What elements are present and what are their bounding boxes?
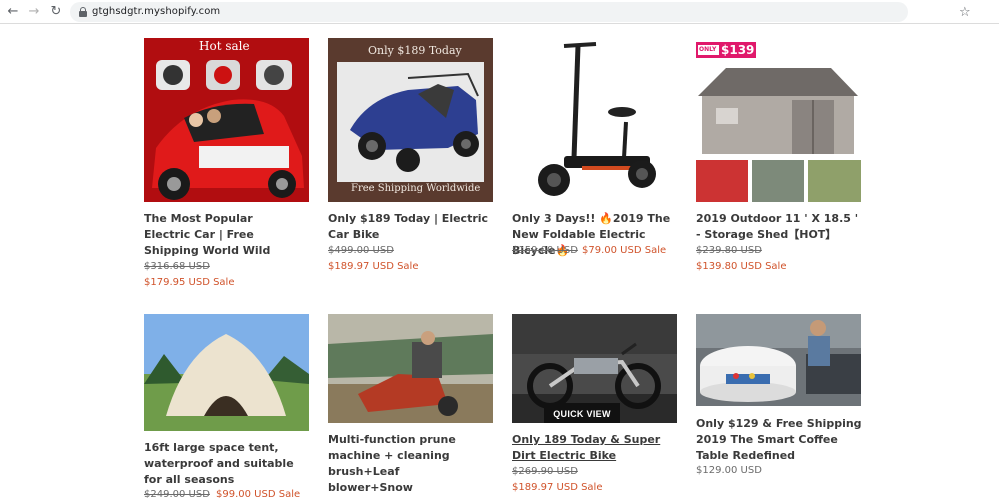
image-badge-price: $139 [721,43,755,57]
url-text[interactable]: gtghsdgtr.myshopify.com [92,6,220,17]
compare-price: $239.80 USD [696,245,762,256]
product-image[interactable] [512,38,677,202]
product-card[interactable]: ONLY $139 2019 Outdoor 11 ' X 18.5 ' - S… [696,38,861,278]
product-image[interactable] [696,314,861,406]
product-card[interactable]: Multi-function prune machine + cleaning … [328,314,493,498]
compare-price: $499.00 USD [328,245,394,256]
product-title[interactable]: Multi-function prune machine + cleaning … [328,432,488,498]
car-bike-image [328,38,493,202]
product-card[interactable]: 16ft large space tent, waterproof and su… [144,314,309,498]
lock-icon[interactable] [79,7,87,17]
scooter-image [512,38,677,202]
prune-machine-image [328,314,493,423]
product-card[interactable]: Only $189 Today Free Shipping Worldwide … [328,38,493,278]
sale-price: $79.00 USD Sale [582,245,667,256]
image-badge-label: ONLY [699,46,717,53]
compare-price: $269.90 USD [512,466,578,477]
image-caption: Hot sale [199,39,250,53]
compare-price: $159.00 USD [512,245,578,256]
product-title[interactable]: Only $129 & Free Shipping 2019 The Smart… [696,416,866,464]
image-caption: Free Shipping Worldwide [351,183,481,194]
product-image[interactable] [328,314,493,423]
sale-price: $189.97 USD Sale [328,261,419,272]
sale-price: $179.95 USD Sale [144,277,235,288]
arrow-right-icon[interactable]: → [25,3,43,21]
product-card[interactable]: QUICK VIEW Only 189 Today & Super Dirt E… [512,314,677,498]
product-title[interactable]: Only 189 Today & Super Dirt Electric Bik… [512,432,672,464]
regular-price: $129.00 USD [696,465,762,476]
product-image[interactable]: Hot sale [144,38,309,202]
compare-price: $316.68 USD [144,261,210,272]
tent-image [144,314,309,431]
browser-toolbar: ← → ↻ gtghsdgtr.myshopify.com ☆ [0,0,999,24]
compare-price: $249.00 USD [144,489,210,498]
reload-icon[interactable]: ↻ [47,3,65,21]
electric-car-image [144,38,309,202]
coffee-table-image [696,314,861,406]
product-title[interactable]: 2019 Outdoor 11 ' X 18.5 ' - Storage She… [696,211,866,243]
image-caption: Only $189 Today [368,44,462,57]
sale-price: $99.00 USD Sale [216,489,301,498]
star-icon[interactable]: ☆ [959,4,971,22]
arrow-left-icon[interactable]: ← [4,3,22,21]
product-card[interactable]: Hot sale The Most Popular Electric Car |… [144,38,309,298]
product-image[interactable]: Only $189 Today Free Shipping Worldwide [328,38,493,202]
product-card[interactable]: Only 3 Days!! 🔥2019 The New Foldable Ele… [512,38,677,268]
sale-price: $139.80 USD Sale [696,261,787,272]
address-bar[interactable]: gtghsdgtr.myshopify.com ☆ [70,2,971,22]
product-image[interactable]: ONLY $139 [696,38,861,202]
sale-price: $189.97 USD Sale [512,482,603,493]
product-image[interactable]: QUICK VIEW [512,314,677,423]
product-title[interactable]: Only $189 Today | Electric Car Bike [328,211,503,243]
product-card[interactable]: Only $129 & Free Shipping 2019 The Smart… [696,314,862,498]
product-title[interactable]: The Most Popular Electric Car | Free Shi… [144,211,299,259]
quick-view-button[interactable]: QUICK VIEW [544,403,620,423]
product-image[interactable] [144,314,309,431]
storage-shed-image [696,38,861,202]
product-title[interactable]: 16ft large space tent, waterproof and su… [144,440,304,488]
